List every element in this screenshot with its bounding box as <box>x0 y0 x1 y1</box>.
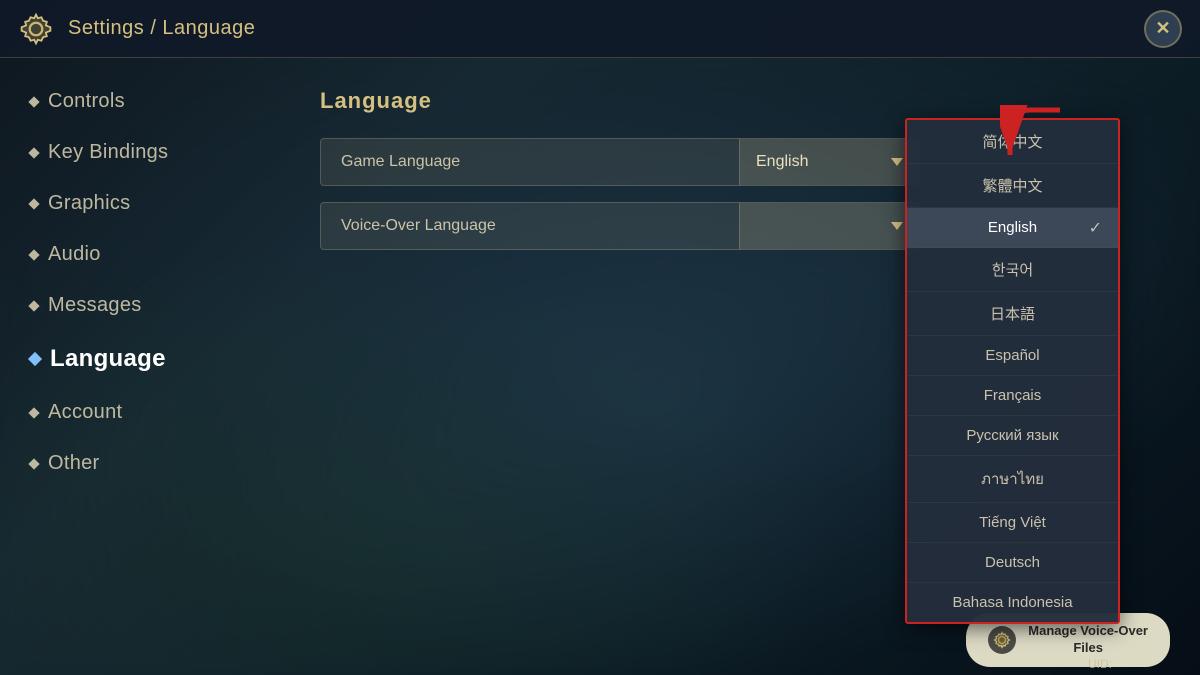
sidebar-item-messages[interactable]: Messages <box>0 282 280 329</box>
voice-over-dropdown-arrow-icon <box>891 222 903 230</box>
sidebar-item-label: Graphics <box>48 192 130 215</box>
sidebar-item-key-bindings[interactable]: Key Bindings <box>0 129 280 176</box>
voice-over-language-dropdown[interactable] <box>739 203 919 249</box>
voice-over-language-label: Voice-Over Language <box>321 217 739 235</box>
close-button[interactable]: ✕ <box>1144 10 1182 48</box>
sidebar-item-controls[interactable]: Controls <box>0 78 280 125</box>
manage-btn-icon <box>988 626 1016 654</box>
sidebar-item-label: Account <box>48 401 122 424</box>
dropdown-option-french[interactable]: Français <box>907 376 1118 416</box>
diamond-icon <box>28 96 39 107</box>
game-language-value: English <box>756 153 808 171</box>
voice-over-language-row: Voice-Over Language <box>320 202 920 250</box>
game-language-dropdown[interactable]: English <box>739 139 919 185</box>
sidebar-item-label: Messages <box>48 294 142 317</box>
uid-label: UID: <box>1088 657 1112 671</box>
diamond-icon <box>28 198 39 209</box>
dropdown-arrow-icon <box>891 158 903 166</box>
diamond-icon <box>28 407 39 418</box>
page-title: Settings / Language <box>68 17 255 40</box>
topbar: Settings / Language ✕ <box>0 0 1200 58</box>
sidebar-item-graphics[interactable]: Graphics <box>0 180 280 227</box>
checkmark-icon: ✓ <box>1089 218 1102 238</box>
sidebar-item-account[interactable]: Account <box>0 389 280 436</box>
sidebar-item-label: Controls <box>48 90 125 113</box>
diamond-icon <box>28 352 42 366</box>
gear-small-icon <box>993 631 1011 649</box>
dropdown-option-japanese[interactable]: 日本語 <box>907 292 1118 336</box>
sidebar-item-label: Other <box>48 452 100 475</box>
sidebar-item-language[interactable]: Language <box>0 333 280 385</box>
dropdown-option-english[interactable]: English✓ <box>907 208 1118 248</box>
dropdown-option-german[interactable]: Deutsch <box>907 543 1118 583</box>
gear-icon <box>18 11 54 47</box>
dropdown-option-thai[interactable]: ภาษาไทย <box>907 456 1118 503</box>
sidebar: Controls Key Bindings Graphics Audio Message… <box>0 58 280 675</box>
topbar-left: Settings / Language <box>18 11 255 47</box>
game-language-row: Game Language English <box>320 138 920 186</box>
red-arrow-indicator <box>1000 105 1070 165</box>
sidebar-item-label: Language <box>50 345 166 373</box>
dropdown-option-vietnamese[interactable]: Tiếng Việt <box>907 503 1118 543</box>
sidebar-item-other[interactable]: Other <box>0 440 280 487</box>
diamond-icon <box>28 458 39 469</box>
sidebar-item-label: Key Bindings <box>48 141 168 164</box>
diamond-icon <box>28 249 39 260</box>
dropdown-option-indonesian[interactable]: Bahasa Indonesia <box>907 583 1118 622</box>
dropdown-option-russian[interactable]: Русский язык <box>907 416 1118 456</box>
sidebar-item-audio[interactable]: Audio <box>0 231 280 278</box>
diamond-icon <box>28 300 39 311</box>
manage-btn-label: Manage Voice-Over Files <box>1028 623 1148 657</box>
uid-bar: UID: <box>1000 653 1200 675</box>
dropdown-option-traditional-chinese[interactable]: 繁體中文 <box>907 164 1118 208</box>
game-language-label: Game Language <box>321 153 739 171</box>
diamond-icon <box>28 147 39 158</box>
sidebar-item-label: Audio <box>48 243 101 266</box>
language-dropdown[interactable]: 简体中文繁體中文English✓한국어日本語EspañolFrançaisРус… <box>905 118 1120 624</box>
dropdown-option-korean[interactable]: 한국어 <box>907 248 1118 292</box>
dropdown-option-spanish[interactable]: Español <box>907 336 1118 376</box>
